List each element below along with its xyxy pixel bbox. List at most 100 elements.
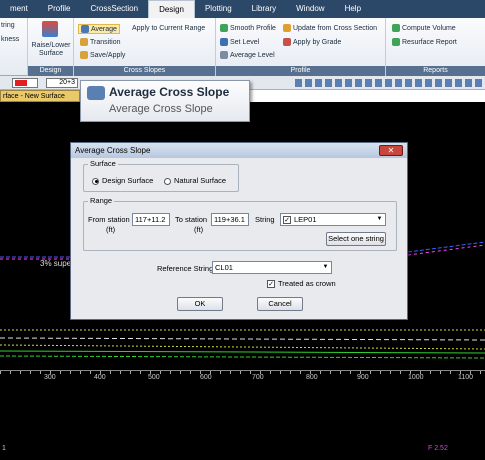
superelevation-label: 3% supe <box>40 259 72 268</box>
string-label: String <box>255 215 275 224</box>
ruler-label: 1000 <box>408 374 424 381</box>
ribbon-group-edit: tring kness <box>0 18 28 76</box>
save-apply-button[interactable]: Save/Apply <box>80 51 125 59</box>
average-level-label: Average Level <box>230 51 275 59</box>
from-station-unit: (ft) <box>106 225 116 234</box>
natural-surface-radio[interactable]: Natural Surface <box>164 176 226 185</box>
average-cross-slope-icon <box>87 86 105 100</box>
ribbon-group-reports: Compute Volume Resurface Report Reports <box>386 18 485 76</box>
set-level-button[interactable]: Set Level <box>220 38 259 46</box>
apply-grade-icon <box>283 38 291 46</box>
ribbon-group-design: Raise/Lower Surface Design <box>28 18 74 76</box>
radio-unchecked-icon <box>164 177 171 185</box>
tooltip-title: Average Cross Slope <box>109 85 230 99</box>
to-station-label: To station <box>175 215 208 224</box>
apply-by-grade-button[interactable]: Apply by Grade <box>283 38 341 46</box>
average-icon <box>81 25 89 33</box>
close-button[interactable]: ✕ <box>379 145 403 156</box>
tooltip-description: Average Cross Slope <box>109 103 213 115</box>
apply-grade-label: Apply by Grade <box>293 38 342 46</box>
surface-tab[interactable]: rface - New Surface <box>0 90 80 102</box>
average-cross-slope-dialog: Average Cross Slope ✕ Surface Design Sur… <box>70 142 408 320</box>
menu-help[interactable]: Help <box>335 0 371 18</box>
status-left: 1 <box>2 445 6 452</box>
group-label-cross-slopes: Cross Slopes <box>74 66 215 76</box>
treated-as-crown-checkbox[interactable]: ✓ Treated as crown <box>267 279 336 289</box>
treated-as-crown-label: Treated as crown <box>278 279 336 288</box>
update-cross-label: Update from Cross Section <box>293 24 378 32</box>
surface-legend: Surface <box>88 159 118 168</box>
save-apply-label: Save/Apply <box>90 51 126 59</box>
station-ruler: 300 400 500 600 700 800 900 1000 1100 <box>0 370 485 382</box>
group-label-design: Design <box>28 66 73 76</box>
red-swatch-icon <box>15 80 27 86</box>
compute-volume-icon <box>392 24 400 32</box>
menu-plotting[interactable]: Plotting <box>195 0 242 18</box>
from-station-input[interactable]: 117+11.2 <box>132 213 170 226</box>
menu-library[interactable]: Library <box>242 0 286 18</box>
raise-lower-surface-button[interactable]: Raise/Lower Surface <box>31 42 71 58</box>
ruler-label: 600 <box>200 374 212 381</box>
smooth-profile-icon <box>220 24 228 32</box>
update-cross-icon <box>283 24 291 32</box>
menu-profile[interactable]: Profile <box>38 0 81 18</box>
toolbar-icons <box>295 79 485 87</box>
group-label-reports: Reports <box>386 66 485 76</box>
ruler-label: 500 <box>148 374 160 381</box>
reference-string-label: Reference String <box>157 264 214 273</box>
ruler-label: 300 <box>44 374 56 381</box>
ok-button[interactable]: OK <box>177 297 223 311</box>
color-dropdown[interactable] <box>12 78 38 88</box>
radio-checked-icon <box>92 177 99 185</box>
to-station-unit: (ft) <box>194 225 204 234</box>
to-station-input[interactable]: 119+36.1 <box>211 213 249 226</box>
set-level-label: Set Level <box>230 38 260 46</box>
menu-alignment[interactable]: ment <box>0 0 38 18</box>
tooltip: Average Cross Slope Average Cross Slope <box>80 80 250 122</box>
dialog-title: Average Cross Slope <box>71 143 407 158</box>
transition-button[interactable]: Transition <box>80 38 120 46</box>
station-field[interactable]: 20+3 <box>46 78 78 88</box>
raise-lower-icon <box>42 21 58 37</box>
range-group: Range From station (ft) 117+11.2 To stat… <box>83 196 397 251</box>
ruler-label: 900 <box>357 374 369 381</box>
checkbox-checked-icon: ✓ <box>267 280 275 289</box>
edit-string-button[interactable]: tring <box>1 22 15 29</box>
ribbon-group-cross-slopes: Average Apply to Current Range Transitio… <box>74 18 216 76</box>
design-surface-radio[interactable]: Design Surface <box>92 176 153 185</box>
reference-string-combo[interactable]: CL01 ▼ <box>212 261 332 274</box>
average-button[interactable]: Average <box>78 24 120 34</box>
compute-volume-label: Compute Volume <box>402 24 456 32</box>
ribbon: tring kness Raise/Lower Surface Design A… <box>0 18 485 76</box>
ruler-label: 700 <box>252 374 264 381</box>
menu-bar: ment Profile CrossSection Design Plottin… <box>0 0 485 18</box>
average-level-button[interactable]: Average Level <box>220 51 275 59</box>
checkbox-checked-icon: ✓ <box>283 216 291 225</box>
menu-design[interactable]: Design <box>148 0 195 18</box>
reference-string-value: CL01 <box>215 263 233 272</box>
resurface-report-icon <box>392 38 400 46</box>
resurface-report-button[interactable]: Resurface Report <box>392 38 457 46</box>
surface-group: Surface Design Surface Natural Surface <box>83 159 239 192</box>
smooth-profile-button[interactable]: Smooth Profile <box>220 24 276 32</box>
natural-surface-label: Natural Surface <box>174 176 227 185</box>
cancel-button[interactable]: Cancel <box>257 297 303 311</box>
smooth-profile-label: Smooth Profile <box>230 24 276 32</box>
chevron-down-icon: ▼ <box>376 216 383 222</box>
apply-current-range-button[interactable]: Apply to Current Range <box>132 25 205 32</box>
string-combo-value: LEP01 <box>294 215 317 224</box>
edit-thickness-button[interactable]: kness <box>1 36 19 43</box>
design-surface-label: Design Surface <box>102 176 154 185</box>
transition-label: Transition <box>90 38 121 46</box>
ribbon-group-profile: Smooth Profile Update from Cross Section… <box>216 18 386 76</box>
select-one-string-button[interactable]: Select one string <box>326 232 386 246</box>
ruler-label: 1100 <box>458 374 474 381</box>
menu-crosssection[interactable]: CrossSection <box>80 0 148 18</box>
update-cross-section-button[interactable]: Update from Cross Section <box>283 24 377 32</box>
status-right: F 2.52 <box>428 445 448 452</box>
compute-volume-button[interactable]: Compute Volume <box>392 24 456 32</box>
average-label: Average <box>91 25 117 33</box>
menu-window[interactable]: Window <box>286 0 334 18</box>
range-legend: Range <box>88 196 115 205</box>
string-combo[interactable]: ✓ LEP01 ▼ <box>280 213 386 226</box>
